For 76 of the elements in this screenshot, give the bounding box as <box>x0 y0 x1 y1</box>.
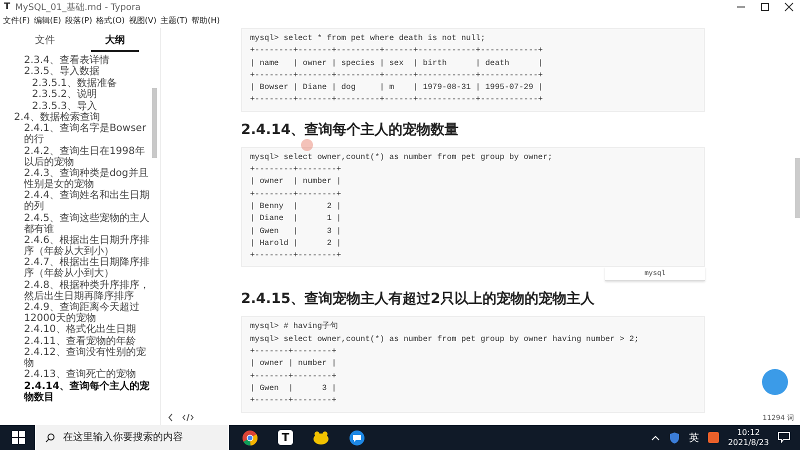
code-line: +--------+-------+---------+------+------------+------------+ <box>250 94 544 106</box>
section-heading: 2.4.14、查询每个主人的宠物数量 <box>241 120 460 139</box>
menu-item[interactable]: 格式(O) <box>96 15 125 26</box>
outline-item[interactable]: 2.4.10、格式化出生日期 <box>6 325 150 336</box>
clock-time: 10:12 <box>736 428 760 438</box>
code-line: | Bowser | Diane | dog | m | 1979-08-31 | 1995-07-29 | <box>250 82 544 94</box>
code-line: | Harold | 2 | <box>250 238 342 250</box>
outline-item[interactable]: 2.3.5.1、数据准备 <box>6 78 150 90</box>
animal-app-icon[interactable] <box>313 430 329 444</box>
outline-item[interactable]: 2.4.8、根据种类升序排序，然后出生日期再降序排序 <box>6 280 150 302</box>
chevron-left-icon[interactable] <box>167 413 174 422</box>
outline-item[interactable]: 2.4.2、查询生日在1998年以后的宠物 <box>6 146 150 169</box>
outline-item[interactable]: 2.4.11、查看宠物的年龄 <box>6 336 150 348</box>
code-line: | owner | number | <box>250 176 342 188</box>
code-line: +--------+--------+ <box>250 188 342 201</box>
menu-item[interactable]: 文件(F) <box>3 15 30 26</box>
outline-item[interactable]: 2.4.6、根据出生日期升序排序（年龄从大到小） <box>6 236 150 258</box>
input-language-indicator[interactable]: 英 <box>688 430 699 444</box>
code-line: mysql> select owner,count(*) as number from pet group by owner having number > 2; <box>250 334 640 346</box>
clock[interactable]: 10:12 2021/8/23 <box>728 428 769 448</box>
taskbar-search-field[interactable]: 在这里输入你要搜索的内容 <box>35 425 229 450</box>
menu-item[interactable]: 视图(V) <box>128 15 156 26</box>
code-line: +--------+--------+ <box>250 164 342 176</box>
message-app-icon[interactable] <box>349 430 365 446</box>
outline-item[interactable]: 2.4.7、根据出生日期降序排序（年龄从小到大） <box>6 258 150 280</box>
chrome-icon[interactable] <box>242 430 258 446</box>
outline-item[interactable]: 2.4.13、查询死亡的宠物 <box>6 370 150 382</box>
code-line: | owner | number | <box>250 358 338 370</box>
chevron-up-icon[interactable] <box>650 434 660 440</box>
code-icon[interactable] <box>182 413 194 422</box>
outline-item[interactable]: 2.4.1、查询名字是Bowser的行 <box>6 124 150 146</box>
outline-item[interactable]: 2.4.3、查询种类是dog并且性别是女的宠物 <box>6 169 150 191</box>
code-line: | Benny | 2 | <box>250 200 342 213</box>
scrollbar-thumb[interactable] <box>795 158 800 218</box>
outline-item[interactable]: 2.3.5.2、说明 <box>6 90 150 102</box>
code-line: mysql> select * from pet where death is not null; <box>250 33 486 45</box>
outline-item[interactable]: 2.4.9、查询距离今天超过12000天的宠物 <box>6 302 150 325</box>
outline-item[interactable]: 2.3.4、查看表详情 <box>6 56 150 67</box>
outline-item[interactable]: 2.4、数据检索查询 <box>6 113 150 124</box>
code-line: +-------+--------+ <box>250 395 338 408</box>
code-line: +-------+--------+ <box>250 346 338 358</box>
outline-item[interactable]: 2.4.12、查询没有性别的宠物 <box>6 348 150 370</box>
typora-app-icon[interactable]: T <box>278 430 293 445</box>
menu-item[interactable]: 编辑(E) <box>34 15 62 26</box>
section-heading: 2.4.15、查询宠物主人有超过2只以上的宠物的宠物主人 <box>241 290 596 308</box>
code-line: +--------+--------+ <box>250 250 342 262</box>
code-line: | Gwen | 3 | <box>250 226 342 238</box>
window-title: MySQL_01_基础.md - Typora <box>15 2 141 14</box>
app-logo: T <box>4 2 10 12</box>
notification-icon[interactable] <box>778 432 790 443</box>
code-line: | name | owner | species | sex | birth | death | <box>250 58 544 70</box>
menu-item[interactable]: 帮助(H) <box>192 15 220 26</box>
code-line: | Gwen | 3 | <box>250 382 338 395</box>
windows-start-icon[interactable] <box>12 431 25 444</box>
outline-item[interactable]: 2.3.5、导入数据 <box>6 67 150 78</box>
maximize-button[interactable] <box>760 2 770 12</box>
code-line: mysql> # having子句 <box>250 321 340 334</box>
close-button[interactable] <box>784 2 794 12</box>
code-line: | Diane | 1 | <box>250 213 342 226</box>
outline-item[interactable]: 2.3.5.3、导入 <box>6 102 150 113</box>
code-line: +--------+-------+---------+------+------------+------------+ <box>250 70 544 82</box>
input-method-icon[interactable] <box>708 432 719 443</box>
code-line: +--------+-------+---------+------+------------+------------+ <box>250 45 544 58</box>
clock-date: 2021/8/23 <box>728 438 769 448</box>
sidebar-tab[interactable]: 大纲 <box>91 31 139 52</box>
record-badge-icon[interactable] <box>762 369 788 395</box>
outline-item[interactable]: 2.4.5、查询这些宠物的主人都有谁 <box>6 214 150 236</box>
outline-item[interactable]: 2.4.14、查询每个主人的宠物数目 <box>6 382 150 404</box>
menu-item[interactable]: 段落(P) <box>65 15 92 26</box>
code-line: +-------+--------+ <box>250 370 338 383</box>
sidebar-tab[interactable]: 文件 <box>21 31 69 52</box>
scrollbar-thumb[interactable] <box>152 88 157 158</box>
shield-icon[interactable] <box>668 432 680 444</box>
outline-item[interactable]: 2.4.4、查询姓名和出生日期的列 <box>6 191 150 214</box>
menu-item[interactable]: 主题(T) <box>160 15 188 26</box>
code-line: mysql> select owner,count(*) as number from pet group by owner; <box>250 152 554 164</box>
